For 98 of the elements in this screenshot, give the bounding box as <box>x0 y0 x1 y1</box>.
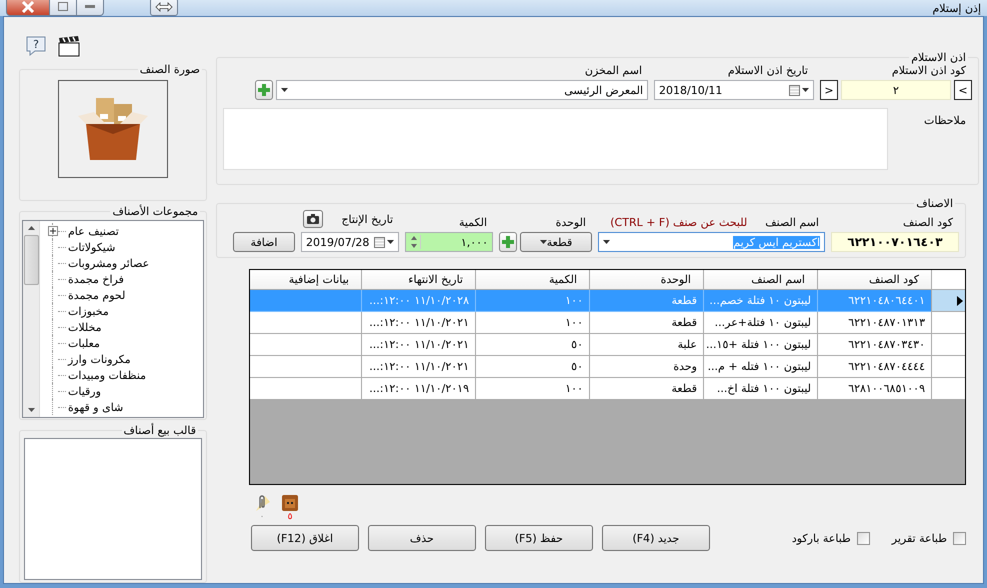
tree-item[interactable]: معلبات <box>66 336 100 350</box>
field-label: تاريخ الإنتاج <box>340 213 394 226</box>
table-row[interactable]: ٦٢٢١٠٤٨٧٠٤٤٤٤ ليبتون ١٠٠ فتله + م... وحدة ٥٠ ١١/١٠/٢٠٢١ ١٢:٠٠:... <box>250 356 965 378</box>
field-label: اسم الصنف <box>764 216 820 229</box>
table-cell: قطعة <box>589 378 703 400</box>
camera-button[interactable] <box>303 210 324 228</box>
item-code-field[interactable]: ٦٢٢١٠٠٧٠١٦٤٠٣ <box>831 232 959 252</box>
field-label: الكمية <box>458 216 488 229</box>
field-label: الوحدة <box>554 216 587 229</box>
tree-item[interactable]: لحوم مجمدة <box>66 288 126 302</box>
scrollbar[interactable] <box>23 221 40 417</box>
tree-item[interactable]: مخللات <box>66 320 102 334</box>
unit-dropdown[interactable]: قطعة <box>520 232 592 252</box>
quantity-spinner[interactable]: ١,٠٠٠ <box>405 232 493 252</box>
field-label: كود اذن الاستلام <box>890 64 967 77</box>
scroll-thumb[interactable] <box>24 235 38 285</box>
checkbox[interactable]: طباعة تقرير <box>892 532 966 544</box>
window-title: إذن إستلام <box>932 2 981 14</box>
caret-icon <box>540 240 547 244</box>
field-label: ملاحظات <box>923 114 967 129</box>
field-label: تاريخ اذن الاستلام <box>726 64 809 77</box>
maximize-button[interactable] <box>50 0 77 16</box>
scroll-up-icon[interactable] <box>28 226 34 230</box>
column-header[interactable]: الوحدة <box>589 270 703 290</box>
count-label: ٠ <box>260 513 264 522</box>
tree-item[interactable]: فراخ مجمدة <box>66 272 124 286</box>
table-cell: ليبتون ١٠ فتلة خصم... <box>703 290 817 312</box>
caret-icon <box>802 88 809 92</box>
tree-item[interactable]: مخبوزات <box>66 304 109 318</box>
previous-button[interactable]: < <box>820 80 838 100</box>
table-cell: ٦٢٨١٠٠٦٨٥١٠٠٩ <box>817 378 931 400</box>
table-row[interactable]: ٦٢٢١٠٤٨٧٠١٣١٣ ليبتون ١٠ فتلة+عر... قطعة ١٠٠ ١١/١٠/٢٠٢١ ١٢:٠٠:... <box>250 312 965 334</box>
column-header[interactable]: اسم الصنف <box>703 270 817 290</box>
minimize-icon <box>85 4 95 8</box>
close-button[interactable] <box>6 0 50 16</box>
table-cell: ليبتون ١٠٠ فتلة اخ... <box>703 378 817 400</box>
box-icon[interactable] <box>280 493 300 513</box>
tree-item[interactable]: ورقيات <box>66 384 101 398</box>
caret-icon <box>603 240 610 244</box>
next-button[interactable]: > <box>954 80 972 100</box>
tree-item[interactable]: مكرونات وارز <box>66 352 131 366</box>
group-title: اذن الاستلام <box>910 51 967 64</box>
tree-item[interactable]: شاى و قهوة <box>66 400 124 414</box>
store-dropdown[interactable]: المعرض الرئيسى <box>276 80 648 100</box>
table-cell: ١٠٠ <box>475 378 589 400</box>
add-button[interactable] <box>499 232 517 252</box>
date-picker[interactable]: 2018/10/11 <box>654 80 814 100</box>
calendar-icon <box>374 236 385 248</box>
clapperboard-icon[interactable] <box>57 35 81 57</box>
expand-toggle[interactable] <box>48 226 58 236</box>
table-cell: ١٠٠ <box>475 290 589 312</box>
count-label: ٥ <box>288 513 292 522</box>
action-button[interactable]: جديد (F4) <box>602 525 710 551</box>
action-button[interactable]: حذف <box>368 525 476 551</box>
table-cell: ١١/١٠/٢٠١٩ ١٢:٠٠:... <box>361 378 475 400</box>
spin-arrows-icon[interactable] <box>410 235 421 249</box>
row-pointer-icon <box>957 296 963 306</box>
help-icon[interactable]: ? <box>25 35 47 57</box>
camera-icon <box>307 214 320 224</box>
calendar-icon <box>789 84 800 96</box>
tree-item[interactable]: منظفات ومبيدات <box>66 368 146 382</box>
add-button[interactable] <box>255 80 273 100</box>
group-title: قالب بيع أصناف <box>122 424 197 437</box>
column-header[interactable]: تاريخ الانتهاء <box>361 270 475 290</box>
add-item-button[interactable]: اضافة <box>233 232 295 252</box>
resize-button[interactable] <box>150 0 178 16</box>
receipt-code-field[interactable]: ٢ <box>841 80 951 100</box>
caret-icon <box>387 240 394 244</box>
action-button[interactable]: اغلاق (F12) <box>250 525 359 551</box>
table-row[interactable]: ٦٢٨١٠٠٦٨٥١٠٠٩ ليبتون ١٠٠ فتلة اخ... قطعة ١٠٠ ١١/١٠/٢٠١٩ ١٢:٠٠:... <box>250 378 965 400</box>
table-cell: قطعة <box>589 290 703 312</box>
search-hint: للبحث عن صنف (CTRL + F) <box>610 216 748 229</box>
group-title: الاصناف <box>915 197 954 210</box>
plus-icon <box>258 84 270 96</box>
group-title: صورة الصنف <box>138 63 201 76</box>
minimize-button[interactable] <box>77 0 104 16</box>
field-label: اسم المخزن <box>584 64 643 77</box>
plus-icon <box>502 236 514 248</box>
double-arrow-icon <box>155 2 173 12</box>
tree-item[interactable]: تصنيف عام <box>66 224 119 238</box>
caret-icon <box>281 88 288 92</box>
column-header[interactable]: الكمية <box>475 270 589 290</box>
tree-item[interactable]: عصائر ومشروبات <box>66 256 150 270</box>
table-cell: ١١/١٠/٢٠٢٨ ١٢:٠٠:... <box>361 290 475 312</box>
scroll-down-icon[interactable] <box>28 408 34 412</box>
maximize-icon <box>58 2 68 11</box>
date-picker[interactable]: 2019/07/28 <box>301 232 399 252</box>
template-list[interactable] <box>24 438 202 580</box>
checkbox[interactable]: طباعة باركود <box>792 532 870 544</box>
field-label: كود الصنف <box>902 216 954 229</box>
tree-item[interactable]: شيكولاتات <box>66 240 116 254</box>
column-header[interactable]: كود الصنف <box>817 270 931 290</box>
table-row[interactable]: ٦٢٢١٠٤٨٧٠٣٤٣٠ ليبتون ١٠٠ فتلة +١٥... علبة ٥٠ ١١/١٠/٢٠٢١ ١٢:٠٠:... <box>250 334 965 356</box>
notes-field[interactable] <box>223 108 888 170</box>
action-button[interactable]: حفظ (F5) <box>484 525 593 551</box>
group-title: مجموعات الأصناف <box>111 205 199 218</box>
table-cell: ٦٢٢١٠٤٨٠٦٤٤٠١ <box>817 290 931 312</box>
close-icon <box>21 0 35 12</box>
